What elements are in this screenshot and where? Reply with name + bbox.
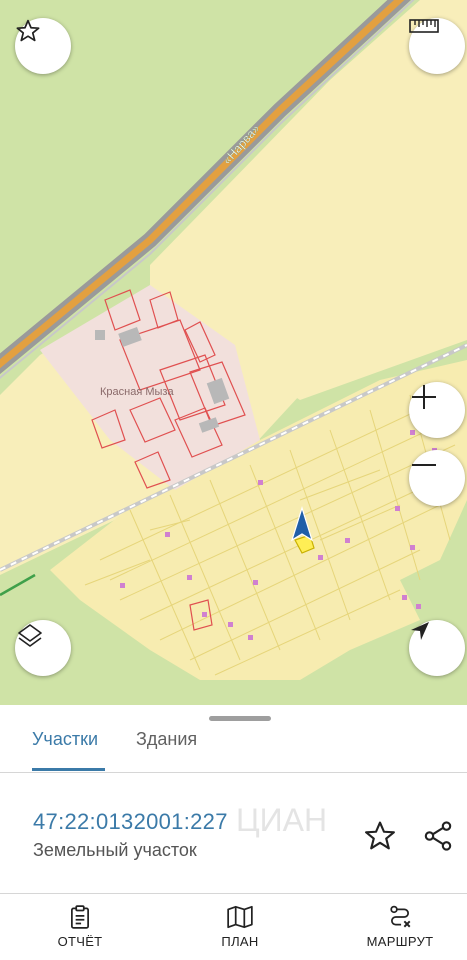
nav-route[interactable]: МАРШРУТ <box>340 904 460 949</box>
navigation-arrow-icon <box>411 622 429 640</box>
favorite-button[interactable] <box>15 18 71 74</box>
locate-button[interactable] <box>409 620 465 676</box>
zoom-out-button[interactable] <box>409 450 465 506</box>
tabs-divider <box>0 772 467 773</box>
ruler-icon <box>409 19 439 33</box>
cadastral-number[interactable]: 47:22:0132001:227 <box>33 809 228 835</box>
route-icon <box>390 905 411 928</box>
map-canvas[interactable]: Красная Мыза «Нарва» <box>0 0 467 705</box>
tab-buildings[interactable]: Здания <box>136 729 197 750</box>
plus-icon <box>412 385 436 409</box>
clipboard-icon <box>71 905 89 929</box>
nav-route-label: МАРШРУТ <box>366 934 434 949</box>
parcel-type: Земельный участок <box>33 840 197 860</box>
ruler-button[interactable] <box>409 18 465 74</box>
share-icon <box>424 821 452 851</box>
nav-report-label: ОТЧЁТ <box>57 934 103 949</box>
content-divider <box>0 893 467 894</box>
tab-plots[interactable]: Участки <box>32 729 98 750</box>
star-icon <box>365 821 395 850</box>
nav-plan[interactable]: ПЛАН <box>180 904 300 949</box>
minus-icon <box>412 464 436 466</box>
favorite-parcel-button[interactable] <box>363 819 397 853</box>
star-icon <box>16 19 40 42</box>
layers-button[interactable] <box>15 620 71 676</box>
nav-plan-label: ПЛАН <box>221 934 259 949</box>
village-label: Красная Мыза <box>100 386 174 398</box>
bottom-sheet: Участки Здания ЦИАН 47:22:0132001:227 Зе… <box>0 705 467 960</box>
layers-icon <box>18 624 42 647</box>
tab-active-indicator <box>32 768 105 771</box>
drag-handle[interactable] <box>209 716 271 721</box>
map-view[interactable]: Красная Мыза «Нарва» <box>0 0 467 705</box>
share-button[interactable] <box>421 819 455 853</box>
nav-report[interactable]: ОТЧЁТ <box>20 904 140 949</box>
watermark: ЦИАН <box>236 802 328 838</box>
map-icon <box>227 905 253 929</box>
zoom-in-button[interactable] <box>409 382 465 438</box>
